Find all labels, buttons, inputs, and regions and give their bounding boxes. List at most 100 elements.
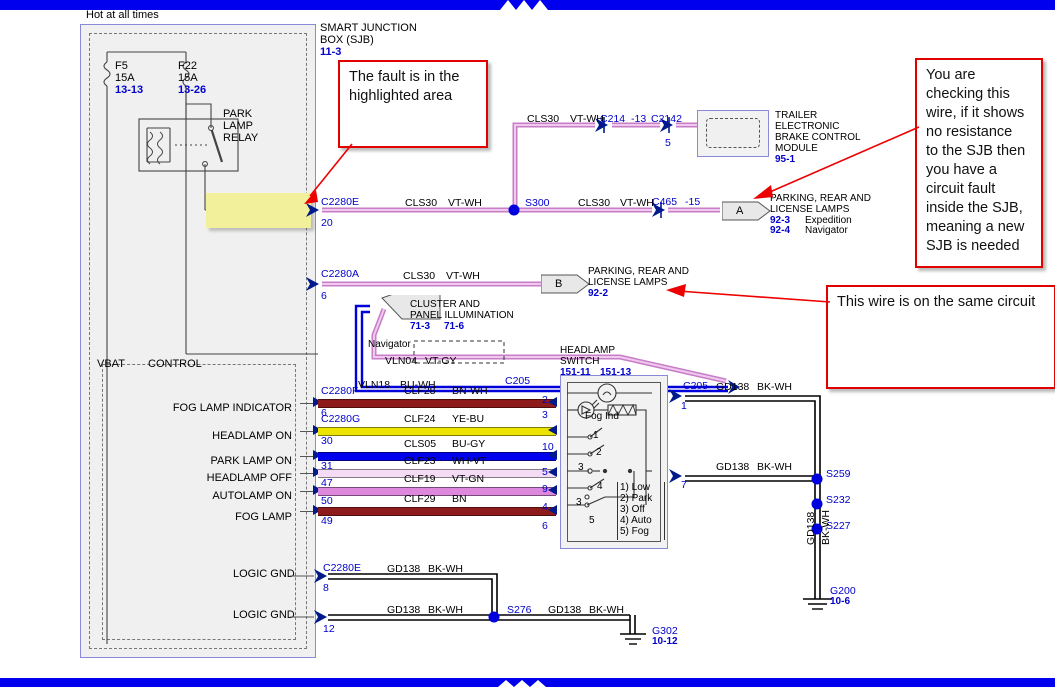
switch-contact-5: 5 (589, 515, 595, 526)
signal-wire-1 (318, 427, 556, 436)
connector-c2280a: C2280A (321, 268, 359, 280)
bottom-gnd-circuit-3: GD138 (548, 604, 582, 616)
fuse-f5-ref: 13-13 (115, 84, 144, 96)
main-run-circuit2: CLS30 (578, 197, 611, 209)
switch-legend-item-1: 2) Park (620, 493, 653, 504)
signal-wire-3 (318, 469, 556, 478)
vbat-label: VBAT (97, 358, 125, 370)
nav-circuit: VLN04 (385, 355, 418, 367)
signal-color-5: BN (452, 493, 467, 505)
c205-pin-bot: 7 (681, 479, 687, 491)
signal-wire-4 (318, 487, 556, 496)
callout-samecircuit-box: This wire is on the same circuit (826, 285, 1055, 389)
cluster-ref2: 71-6 (444, 321, 465, 332)
splice-s232: S232 (826, 494, 851, 506)
vln18-circuit: VLN18 (358, 379, 391, 391)
signal-label-4: AUTOLAMP ON (212, 490, 292, 502)
signal-label-0: FOG LAMP INDICATOR (172, 402, 292, 414)
callout-fault-arrow (304, 143, 353, 204)
fog-ind-label: Fog Ind (585, 411, 619, 422)
main-run-circuit: CLS30 (405, 197, 438, 209)
switch-legend-item-4: 5) Fog (620, 526, 649, 537)
signal-switch-arrow-0 (548, 397, 557, 407)
switch-pin-5: 5 (542, 466, 548, 478)
connector-c465: C465 (652, 196, 678, 208)
top-branch-color: VT-WH (570, 113, 604, 125)
top-branch-circuit: CLS30 (527, 113, 560, 125)
bottom-banner-bar (0, 678, 1055, 687)
lamps-b-line2: LICENSE LAMPS (588, 277, 668, 288)
relay-label-line2: LAMP (223, 120, 253, 132)
connector-c214: C214 (600, 113, 626, 125)
connector-c465-pin: -15 (685, 196, 701, 208)
headlamp-switch-title1: HEADLAMP (560, 345, 616, 356)
b-run-circuit: CLS30 (403, 270, 436, 282)
fuse-f5-id: F5 (115, 60, 128, 72)
logic-gnd-label-1: LOGIC GND (233, 568, 295, 580)
callout-checking-box: You are checking this wire, if it shows … (915, 58, 1043, 268)
connector-c2280e-top-pin: 20 (321, 217, 333, 229)
signal-color-2: BU-GY (452, 438, 486, 450)
switch-legend-item-0: 1) Low (620, 482, 651, 493)
switch-pin-3: 3 (542, 409, 548, 421)
bottom-gnd-color-2: BK-WH (428, 604, 463, 616)
signal-wire-0 (318, 399, 556, 408)
lamps-b-tag-letter: B (555, 278, 563, 290)
sjb-ref: 11-3 (320, 46, 342, 58)
signal-wire-2 (318, 452, 556, 461)
splice-s300: S300 (525, 197, 550, 209)
switch-pin-2: 2 (542, 394, 548, 406)
switch-pin-6: 6 (542, 520, 548, 532)
signal-pin-1: 30 (321, 435, 333, 447)
lamps-b-tag (541, 274, 590, 294)
ground-g200-ref: 10-6 (830, 596, 851, 607)
signal-color-0: BN-WH (452, 385, 488, 397)
connector-c205-left: C205 (505, 375, 531, 387)
bottom-gnd-color-3: BK-WH (589, 604, 624, 616)
callout-samecircuit-arrow (666, 284, 831, 303)
signal-label-5: FOG LAMP (235, 511, 292, 523)
fuse-f22-id: F22 (178, 60, 197, 72)
signal-circuit-5: CLF29 (404, 493, 436, 505)
lamps-b-line1: PARKING, REAR AND (588, 266, 689, 277)
diagram-canvas: Hot at all times SMART JUNCTION BOX (SJB… (0, 0, 1055, 691)
c2280e-bottom-pin1: 8 (323, 582, 329, 594)
splice-s259: S259 (826, 468, 851, 480)
signal-connector-1: C2280G (321, 413, 361, 425)
switch-contact-3a: 3 (578, 462, 584, 473)
connector-c2280a-pin: 6 (321, 290, 327, 302)
ground-vert-color: BK-WH (820, 510, 832, 545)
callout-samecircuit-text: This wire is on the same circuit (837, 294, 1036, 310)
callout-fault-text: The fault is in the highlighted area (349, 69, 460, 104)
signal-color-4: VT-GN (452, 473, 485, 485)
splice-s276: S276 (507, 604, 532, 616)
cluster-ref1: 71-3 (410, 321, 431, 332)
signal-circuit-1: CLF24 (404, 413, 436, 425)
c205-pin-top: 1 (681, 400, 687, 412)
switch-contact-2: 2 (596, 447, 602, 458)
signal-label-1: HEADLAMP ON (212, 430, 292, 442)
callout-checking-text: You are checking this wire, if it shows … (926, 67, 1026, 254)
signal-switch-arrow-3 (548, 467, 557, 477)
signal-circuit-0: CLF28 (404, 385, 436, 397)
logic-gnd-label-2: LOGIC GND (233, 609, 295, 621)
sjb-title-line1: SMART JUNCTION (320, 22, 417, 34)
callout-fault-box: The fault is in the highlighted area (338, 60, 488, 148)
lamps-a-tag-letter: A (736, 205, 744, 217)
headlamp-switch-title2: SWITCH (560, 356, 600, 367)
ground-right-circuit-top: GD138 (716, 381, 750, 393)
connector-c2142-pin: 5 (665, 137, 671, 149)
connector-c205-right: C205 (683, 380, 709, 392)
lamps-a-ref2: 92-4 (770, 225, 791, 236)
switch-contact-1: 1 (593, 430, 599, 441)
trailer-line1: TRAILER (775, 110, 818, 121)
signal-connector-0: C2280F (321, 385, 359, 397)
ground-vert-circuit: GD138 (805, 511, 817, 545)
relay-label-line3: RELAY (223, 132, 259, 144)
signal-circuit-3: CLF23 (404, 455, 436, 467)
signal-color-1: YE-BU (452, 413, 485, 425)
navigator-label: Navigator (368, 339, 411, 350)
lamps-a-line2: LICENSE LAMPS (770, 204, 850, 215)
switch-legend-item-3: 4) Auto (620, 515, 652, 526)
connector-c2280e-bottom: C2280E (323, 562, 361, 574)
